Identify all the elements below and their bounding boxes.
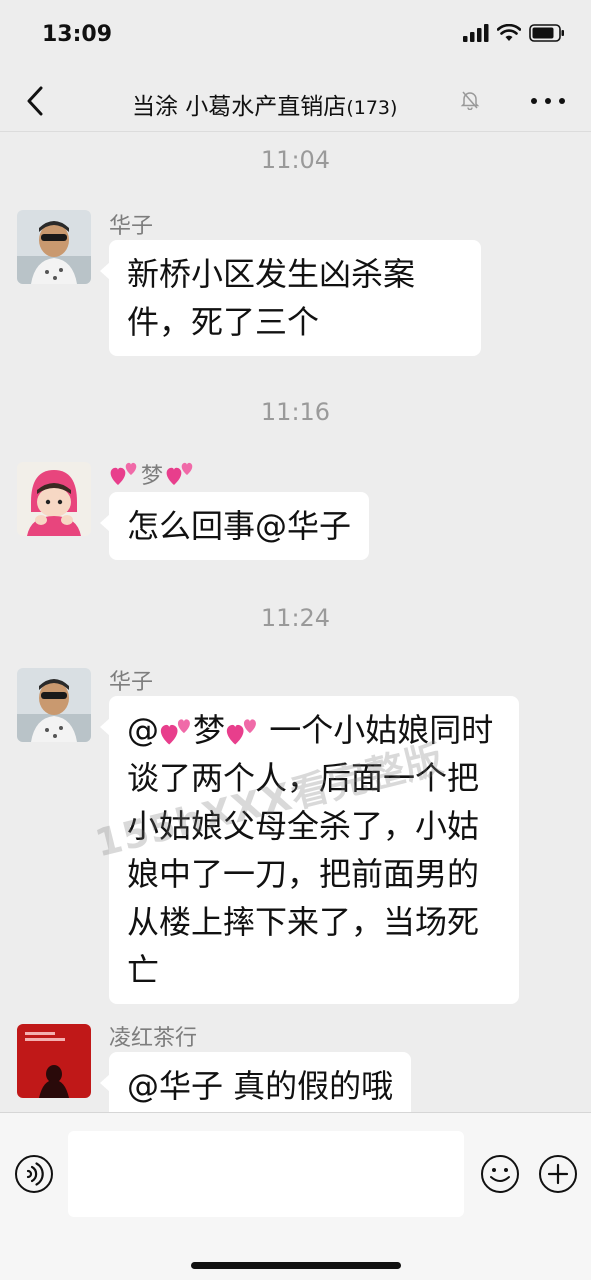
voice-button[interactable] xyxy=(14,1154,54,1198)
avatar-huazi[interactable] xyxy=(17,210,91,284)
more-button[interactable] xyxy=(531,88,565,114)
sender-name: 华子 xyxy=(109,670,154,695)
back-button[interactable] xyxy=(18,82,52,120)
hearts-emoji-icon xyxy=(110,462,137,485)
input-bar xyxy=(0,1112,591,1280)
more-dot xyxy=(559,98,565,104)
mention-name: 梦 xyxy=(193,711,226,749)
member-count: (173) xyxy=(346,97,398,119)
chevron-left-icon xyxy=(27,86,43,116)
battery-icon xyxy=(529,24,564,42)
message-list[interactable]: 11:04 华子 新桥小区发生凶杀案件，死了三个 11:16 梦 怎么回事@华子… xyxy=(0,132,591,1112)
voice-icon xyxy=(15,1155,53,1193)
sender-name-text: 梦 xyxy=(141,464,164,489)
mention-at: @ xyxy=(127,711,159,749)
signal-icon xyxy=(463,24,489,42)
avatar-meng[interactable] xyxy=(17,462,91,536)
home-indicator[interactable] xyxy=(191,1262,401,1269)
emoji-button[interactable] xyxy=(480,1154,520,1198)
wifi-icon xyxy=(497,24,521,41)
message-input[interactable] xyxy=(68,1131,464,1217)
message-bubble[interactable]: 怎么回事@华子 xyxy=(99,492,370,560)
mute-bell-icon xyxy=(460,91,480,110)
sender-name: 华子 xyxy=(109,214,154,239)
sender-name: 梦 xyxy=(109,458,195,490)
plus-icon xyxy=(539,1155,577,1193)
more-dot xyxy=(531,98,537,104)
hearts-emoji-icon xyxy=(226,719,256,745)
hearts-emoji-icon xyxy=(160,719,190,745)
status-icons xyxy=(463,24,565,42)
message-timestamp: 11:04 xyxy=(260,146,331,174)
message-bubble[interactable]: 新桥小区发生凶杀案件，死了三个 xyxy=(100,240,481,356)
emoji-icon xyxy=(481,1155,519,1193)
message-timestamp: 11:16 xyxy=(260,398,331,426)
chat-title-text: 当涂 小葛水产直销店 xyxy=(132,94,347,120)
status-bar: 13:09 xyxy=(0,0,591,70)
message-timestamp: 11:24 xyxy=(260,604,331,632)
hearts-emoji-icon xyxy=(166,462,193,485)
avatar-linghong[interactable] xyxy=(17,1024,91,1098)
chat-nav-bar: 当涂 小葛水产直销店(173) xyxy=(0,70,591,132)
message-bubble[interactable]: @华子 真的假的哦 xyxy=(99,1052,412,1112)
status-time: 13:09 xyxy=(42,22,113,47)
avatar-huazi[interactable] xyxy=(17,668,91,742)
more-dot xyxy=(545,98,551,104)
chat-title: 当涂 小葛水产直销店(173) xyxy=(132,87,397,121)
sender-name: 凌红茶行 xyxy=(109,1026,198,1051)
plus-button[interactable] xyxy=(538,1154,578,1198)
